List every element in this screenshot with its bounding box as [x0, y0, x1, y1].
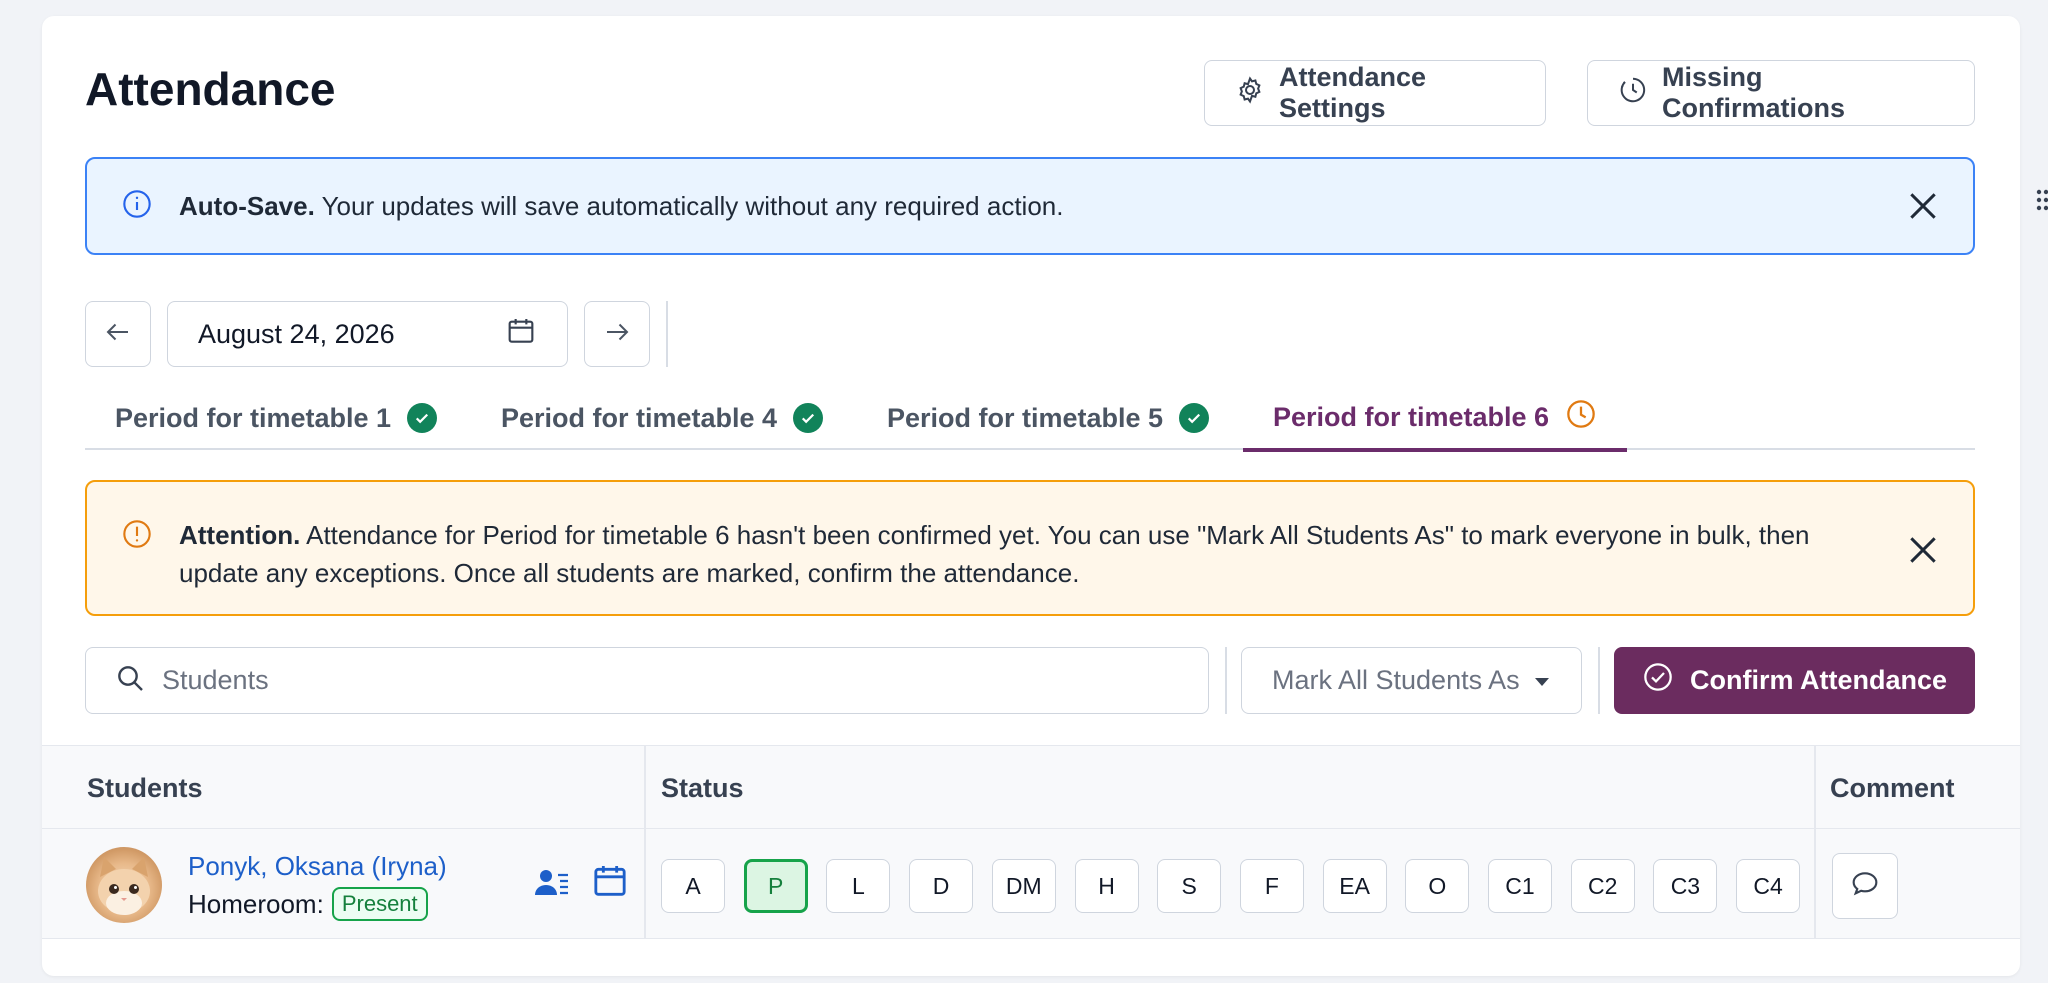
drag-handle-icon[interactable]	[2036, 188, 2048, 221]
missing-confirmations-button[interactable]: Missing Confirmations	[1587, 60, 1975, 126]
student-search[interactable]	[85, 647, 1209, 714]
toolbar-divider	[1598, 647, 1600, 714]
status-button-c3[interactable]: C3	[1653, 859, 1718, 913]
table-row: Ponyk, Oksana (Iryna) Homeroom: Present …	[42, 829, 2020, 939]
status-button-c2[interactable]: C2	[1570, 859, 1635, 913]
status-button-c1[interactable]: C1	[1488, 859, 1552, 913]
confirm-attendance-label: Confirm Attendance	[1689, 665, 1947, 695]
user-details-icon[interactable]	[534, 867, 570, 904]
avatar	[86, 847, 162, 923]
check-circle-icon	[1179, 403, 1210, 433]
status-button-c4[interactable]: C4	[1736, 859, 1801, 913]
tab-label: Period for timetable 1	[115, 402, 392, 433]
header-students: Students	[87, 772, 203, 803]
next-day-button[interactable]	[584, 301, 650, 367]
info-icon	[121, 188, 153, 225]
calendar-icon[interactable]	[590, 861, 630, 906]
status-button-s[interactable]: S	[1157, 859, 1222, 913]
search-icon	[114, 662, 146, 699]
status-button-p[interactable]: P	[743, 859, 808, 913]
autosave-title: Auto-Save.	[179, 191, 315, 221]
arrow-right-icon	[602, 317, 632, 352]
column-divider	[1814, 745, 1816, 939]
confirm-attendance-button[interactable]: Confirm Attendance	[1614, 647, 1975, 714]
tab-label: Period for timetable 5	[887, 402, 1164, 433]
table-header: Students Status Comment	[42, 745, 2020, 829]
clock-history-icon	[1618, 75, 1648, 112]
tab-period-6[interactable]: Period for timetable 6	[1243, 386, 1628, 452]
attendance-table: Students Status Comment Ponyk, Oksana (I…	[42, 745, 2020, 939]
close-icon[interactable]	[1903, 530, 1943, 570]
mark-all-label: Mark All Students As	[1272, 665, 1520, 695]
homeroom-label: Homeroom:	[188, 888, 324, 919]
attention-title: Attention.	[179, 520, 301, 550]
header-status: Status	[661, 772, 744, 803]
mark-all-select[interactable]: Mark All Students As	[1241, 647, 1582, 714]
homeroom-info: Homeroom: Present	[188, 887, 428, 921]
tab-label: Period for timetable 6	[1273, 401, 1550, 432]
tab-label: Period for timetable 4	[501, 402, 778, 433]
comment-button[interactable]	[1832, 853, 1898, 919]
date-picker[interactable]: August 24, 2026	[167, 301, 568, 367]
date-nav-divider	[666, 301, 668, 367]
gear-icon	[1235, 75, 1265, 112]
check-circle-icon	[793, 403, 824, 433]
missing-confirmations-label: Missing Confirmations	[1662, 62, 1846, 123]
check-circle-outline-icon	[1642, 661, 1674, 700]
chat-bubble-icon	[1849, 868, 1881, 905]
status-badge: Present	[331, 887, 428, 921]
date-value: August 24, 2026	[198, 318, 395, 349]
status-button-f[interactable]: F	[1239, 859, 1304, 913]
autosave-message: Auto-Save. Your updates will save automa…	[179, 187, 1939, 225]
status-button-d[interactable]: D	[909, 859, 974, 913]
autosave-banner: Auto-Save. Your updates will save automa…	[85, 157, 1975, 255]
status-button-a[interactable]: A	[661, 859, 725, 913]
status-button-l[interactable]: L	[826, 859, 891, 913]
status-button-ea[interactable]: EA	[1322, 859, 1387, 913]
toolbar-divider	[1225, 647, 1227, 714]
attention-text: Attendance for Period for timetable 6 ha…	[179, 520, 1810, 588]
tab-period-4[interactable]: Period for timetable 4	[471, 386, 853, 450]
attendance-settings-button[interactable]: Attendance Settings	[1204, 60, 1546, 126]
column-divider	[644, 745, 646, 939]
caret-down-icon	[1533, 665, 1551, 696]
tab-period-5[interactable]: Period for timetable 5	[857, 386, 1239, 450]
attendance-settings-label: Attendance Settings	[1279, 62, 1427, 123]
close-icon[interactable]	[1903, 186, 1943, 226]
student-name-link[interactable]: Ponyk, Oksana (Iryna)	[188, 851, 447, 882]
check-circle-icon	[407, 403, 438, 433]
attention-banner: Attention. Attendance for Period for tim…	[85, 480, 1975, 616]
search-input[interactable]	[162, 665, 1180, 696]
previous-day-button[interactable]	[85, 301, 151, 367]
status-button-o[interactable]: O	[1405, 859, 1470, 913]
autosave-text: Your updates will save automatically wit…	[314, 191, 1064, 221]
calendar-icon[interactable]	[505, 315, 537, 354]
status-button-h[interactable]: H	[1074, 859, 1139, 913]
attention-message: Attention. Attendance for Period for tim…	[179, 516, 1939, 592]
arrow-left-icon	[103, 317, 133, 352]
status-button-dm[interactable]: DM	[991, 859, 1056, 913]
page-title: Attendance	[85, 63, 336, 115]
header-comment: Comment	[1830, 772, 1955, 803]
warning-icon	[121, 518, 153, 555]
tab-period-1[interactable]: Period for timetable 1	[85, 386, 467, 450]
clock-pending-icon	[1565, 398, 1597, 437]
period-tabs: Period for timetable 1 Period for timeta…	[85, 386, 1975, 452]
